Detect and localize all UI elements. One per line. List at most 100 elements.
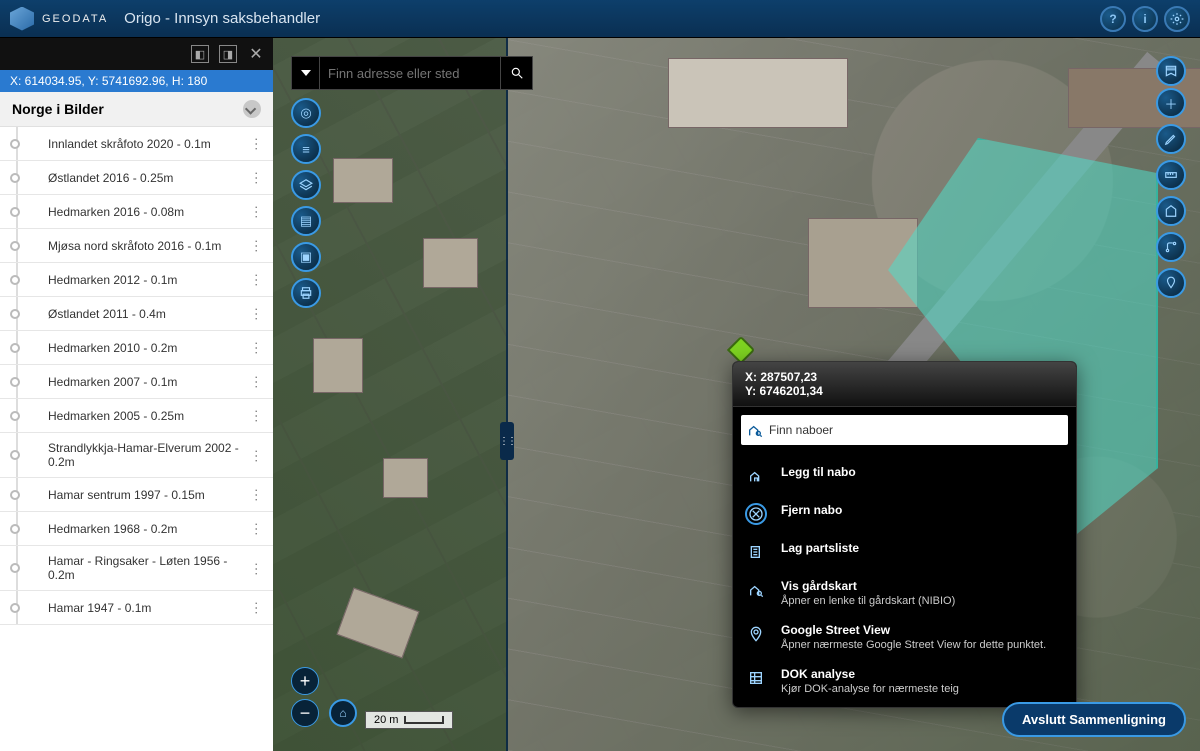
identify-tool[interactable]: ◎ bbox=[291, 98, 321, 128]
layer-item[interactable]: Strandlykkja-Hamar-Elverum 2002 - 0.2m⋯ bbox=[0, 433, 273, 478]
settings-button[interactable] bbox=[1164, 6, 1190, 32]
context-action-title: DOK analyse bbox=[781, 667, 959, 681]
context-action-icon bbox=[745, 623, 767, 645]
help-button[interactable]: ? bbox=[1100, 6, 1126, 32]
context-action-icon bbox=[745, 667, 767, 689]
home-extent-button[interactable]: ⌂ bbox=[329, 699, 357, 727]
layer-menu-button[interactable]: ⋯ bbox=[248, 273, 265, 286]
add-tool[interactable]: ＋ bbox=[1156, 88, 1186, 118]
layer-radio[interactable] bbox=[10, 411, 20, 421]
context-action[interactable]: Vis gårdskartÅpner en lenke til gårdskar… bbox=[733, 571, 1076, 615]
layer-menu-button[interactable]: ⋯ bbox=[248, 449, 265, 462]
layer-radio[interactable] bbox=[10, 309, 20, 319]
context-search-input[interactable] bbox=[769, 423, 1068, 437]
layer-radio[interactable] bbox=[10, 241, 20, 251]
filter-tool[interactable]: ▤ bbox=[291, 206, 321, 236]
layer-radio[interactable] bbox=[10, 275, 20, 285]
draw-tool[interactable] bbox=[1156, 124, 1186, 154]
layer-menu-button[interactable]: ⋯ bbox=[248, 488, 265, 501]
panel-toggle-1-button[interactable]: ◧ bbox=[191, 45, 209, 63]
context-coord-y: Y: 6746201,34 bbox=[745, 384, 1064, 398]
compare-divider-handle[interactable] bbox=[500, 422, 514, 460]
pin-tool[interactable] bbox=[1156, 268, 1186, 298]
layer-item[interactable]: Hedmarken 2005 - 0.25m⋯ bbox=[0, 399, 273, 433]
layer-radio[interactable] bbox=[10, 563, 20, 573]
map-area[interactable]: ◎ ≡ ▤ ▣ ＋ bbox=[273, 38, 1200, 751]
extent-tool[interactable]: ▣ bbox=[291, 242, 321, 272]
layer-item[interactable]: Hedmarken 2010 - 0.2m⋯ bbox=[0, 331, 273, 365]
layer-item[interactable]: Hamar - Ringsaker - Løten 1956 - 0.2m⋯ bbox=[0, 546, 273, 591]
app-header: GEODATA Origo - Innsyn saksbehandler ? i bbox=[0, 0, 1200, 38]
layer-radio[interactable] bbox=[10, 139, 20, 149]
search-filter-button[interactable] bbox=[292, 57, 320, 89]
panel-toggle-2-button[interactable]: ◨ bbox=[219, 45, 237, 63]
route-tool[interactable] bbox=[1156, 232, 1186, 262]
layer-radio[interactable] bbox=[10, 173, 20, 183]
layer-radio[interactable] bbox=[10, 343, 20, 353]
layer-radio[interactable] bbox=[10, 524, 20, 534]
layer-menu-button[interactable]: ⋯ bbox=[248, 205, 265, 218]
layer-menu-button[interactable]: ⋯ bbox=[248, 137, 265, 150]
chevron-down-icon bbox=[243, 100, 261, 118]
find-neighbors-icon bbox=[741, 422, 769, 438]
search-input[interactable] bbox=[320, 57, 500, 89]
layer-item[interactable]: Østlandet 2011 - 0.4m⋯ bbox=[0, 297, 273, 331]
layer-item[interactable]: Hedmarken 2012 - 0.1m⋯ bbox=[0, 263, 273, 297]
info-button[interactable]: i bbox=[1132, 6, 1158, 32]
layer-radio[interactable] bbox=[10, 490, 20, 500]
layer-radio[interactable] bbox=[10, 603, 20, 613]
search-button[interactable] bbox=[500, 57, 532, 89]
layer-item[interactable]: Hedmarken 2016 - 0.08m⋯ bbox=[0, 195, 273, 229]
compare-divider[interactable] bbox=[506, 38, 508, 751]
route-icon bbox=[1164, 240, 1178, 254]
layer-item[interactable]: Hamar 1947 - 0.1m⋯ bbox=[0, 591, 273, 625]
layer-label: Østlandet 2016 - 0.25m bbox=[48, 171, 250, 185]
layer-radio[interactable] bbox=[10, 377, 20, 387]
layer-menu-button[interactable]: ⋯ bbox=[248, 562, 265, 575]
building-tool[interactable] bbox=[1156, 196, 1186, 226]
context-action[interactable]: Fjern nabo bbox=[733, 495, 1076, 533]
layer-menu-button[interactable]: ⋯ bbox=[248, 601, 265, 614]
layer-label: Hedmarken 2012 - 0.1m bbox=[48, 273, 250, 287]
measure-tool[interactable] bbox=[1156, 160, 1186, 190]
context-action-title: Vis gårdskart bbox=[781, 579, 955, 593]
layer-item[interactable]: Mjøsa nord skråfoto 2016 - 0.1m⋯ bbox=[0, 229, 273, 263]
context-action-icon bbox=[745, 465, 767, 487]
layer-item[interactable]: Innlandet skråfoto 2020 - 0.1m⋯ bbox=[0, 127, 273, 161]
layer-menu-button[interactable]: ⋯ bbox=[248, 307, 265, 320]
layer-menu-button[interactable]: ⋯ bbox=[248, 341, 265, 354]
layer-menu-button[interactable]: ⋯ bbox=[248, 375, 265, 388]
context-action[interactable]: Lag partsliste bbox=[733, 533, 1076, 571]
bookmark-button[interactable] bbox=[1156, 56, 1186, 86]
zoom-out-button[interactable]: − bbox=[291, 699, 319, 727]
context-action[interactable]: Legg til nabo bbox=[733, 457, 1076, 495]
layer-menu-button[interactable]: ⋯ bbox=[248, 171, 265, 184]
section-header[interactable]: Norge i Bilder bbox=[0, 92, 273, 127]
layer-radio[interactable] bbox=[10, 207, 20, 217]
layer-menu-button[interactable]: ⋯ bbox=[248, 239, 265, 252]
ruler-icon bbox=[1164, 168, 1178, 182]
print-tool[interactable] bbox=[291, 278, 321, 308]
layers-tool[interactable] bbox=[291, 170, 321, 200]
finish-compare-button[interactable]: Avslutt Sammenligning bbox=[1002, 702, 1186, 737]
gear-icon bbox=[1170, 12, 1184, 26]
context-action[interactable]: DOK analyseKjør DOK-analyse for nærmeste… bbox=[733, 659, 1076, 703]
list-tool[interactable]: ≡ bbox=[291, 134, 321, 164]
layer-item[interactable]: Hedmarken 2007 - 0.1m⋯ bbox=[0, 365, 273, 399]
layer-radio[interactable] bbox=[10, 450, 20, 460]
pin-icon bbox=[1164, 276, 1178, 290]
layer-item[interactable]: Østlandet 2016 - 0.25m⋯ bbox=[0, 161, 273, 195]
context-action[interactable]: Google Street ViewÅpner nærmeste Google … bbox=[733, 615, 1076, 659]
layer-item[interactable]: Hedmarken 1968 - 0.2m⋯ bbox=[0, 512, 273, 546]
geodata-logo-icon bbox=[10, 7, 34, 31]
layer-menu-button[interactable]: ⋯ bbox=[248, 409, 265, 422]
context-action-icon bbox=[745, 503, 767, 525]
print-icon bbox=[299, 286, 313, 300]
layer-item[interactable]: Hamar sentrum 1997 - 0.15m⋯ bbox=[0, 478, 273, 512]
pencil-icon bbox=[1164, 132, 1178, 146]
layer-label: Hedmarken 2010 - 0.2m bbox=[48, 341, 250, 355]
zoom-in-button[interactable]: + bbox=[291, 667, 319, 695]
context-search-row[interactable] bbox=[741, 415, 1068, 445]
close-panel-button[interactable]: ✕ bbox=[247, 45, 265, 63]
layer-menu-button[interactable]: ⋯ bbox=[248, 522, 265, 535]
